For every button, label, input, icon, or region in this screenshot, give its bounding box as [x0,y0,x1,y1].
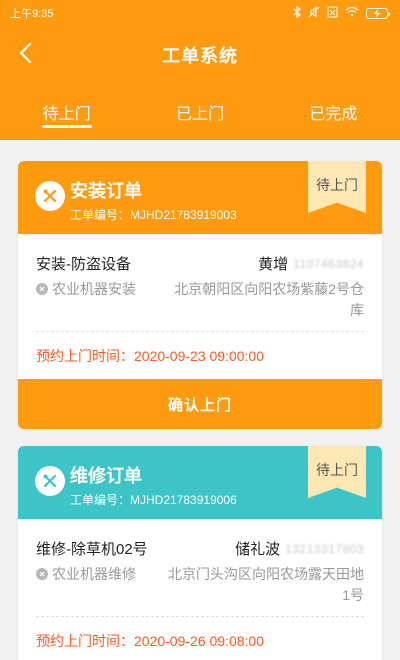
tab-label: 已上门 [175,106,224,123]
customer-info: 储礼波 13213317803 [235,538,364,559]
address: 北京门头沟区向阳农场露天田地1号 [168,566,364,603]
battery-charging-icon [366,7,390,19]
divider [36,331,364,332]
product-name: 维修-除草机02号 [36,541,148,558]
order-card-body: 维修-除草机02号 储礼波 13213317803 农业机器维修 北京门头沟区向… [18,519,382,660]
title-row: 工单系统 [0,26,400,84]
product-name: 安装-防盗设备 [36,256,131,273]
address: 北京朝阳区向阳农场紫藤2号仓库 [174,281,364,318]
header: 上午9:35 工单系统 待上门 已上门 已完成 [0,0,400,140]
customer-info: 黄增 1107463824 [258,253,364,274]
service-icon [36,283,48,295]
tab-visited[interactable]: 已上门 [133,84,266,140]
order-type: 安装订单 [70,181,142,201]
service-icon [36,568,48,580]
tools-icon [35,181,65,211]
order-type: 维修订单 [70,466,142,486]
service-label: 农业机器维修 [52,566,136,582]
appointment-time: 预约上门时间：2020-09-23 09:00:00 [36,348,264,364]
order-card-header: 安装订单 工单编号：MJHD21783919003 待上门 [18,161,382,234]
status-time: 上午9:35 [10,8,54,20]
status-icons [293,5,390,21]
tab-label: 已完成 [309,106,358,123]
back-button[interactable] [10,40,40,70]
customer-phone[interactable]: 1107463824 [293,257,364,271]
confirm-visit-button[interactable]: 确认上门 [18,379,382,429]
status-badge: 待上门 [308,161,366,213]
tab-pending[interactable]: 待上门 [0,84,133,140]
page-title: 工单系统 [162,46,238,66]
divider [36,616,364,617]
service-label: 农业机器安装 [52,281,136,297]
tab-label: 待上门 [42,106,91,123]
status-badge: 待上门 [308,446,366,498]
order-card[interactable]: 维修订单 工单编号：MJHD21783919006 待上门 维修-除草机02号 … [18,446,382,660]
status-bar: 上午9:35 [0,0,400,26]
wifi-icon [345,6,359,20]
order-number: 工单编号：MJHD21783919003 [70,208,237,222]
tab-completed[interactable]: 已完成 [267,84,400,140]
order-number: 工单编号：MJHD21783919006 [70,493,237,507]
order-card-body: 安装-防盗设备 黄增 1107463824 农业机器安装 北京朝阳区向阳农场紫藤… [18,234,382,379]
order-card-header: 维修订单 工单编号：MJHD21783919006 待上门 [18,446,382,519]
tools-icon [35,466,65,496]
active-tab-indicator [41,125,92,128]
customer-phone[interactable]: 13213317803 [285,542,364,556]
customer-name: 黄增 [258,256,289,273]
chevron-left-icon [18,42,32,69]
appointment-time: 预约上门时间：2020-09-26 09:08:00 [36,633,264,649]
service-type: 农业机器安装 [36,279,136,299]
tab-bar: 待上门 已上门 已完成 [0,84,400,140]
customer-name: 储礼波 [235,541,281,558]
order-card[interactable]: 安装订单 工单编号：MJHD21783919003 待上门 安装-防盗设备 黄增… [18,161,382,429]
mute-icon [308,5,320,21]
bluetooth-icon [293,5,301,21]
sim-blocked-icon [327,6,338,21]
service-type: 农业机器维修 [36,564,136,584]
